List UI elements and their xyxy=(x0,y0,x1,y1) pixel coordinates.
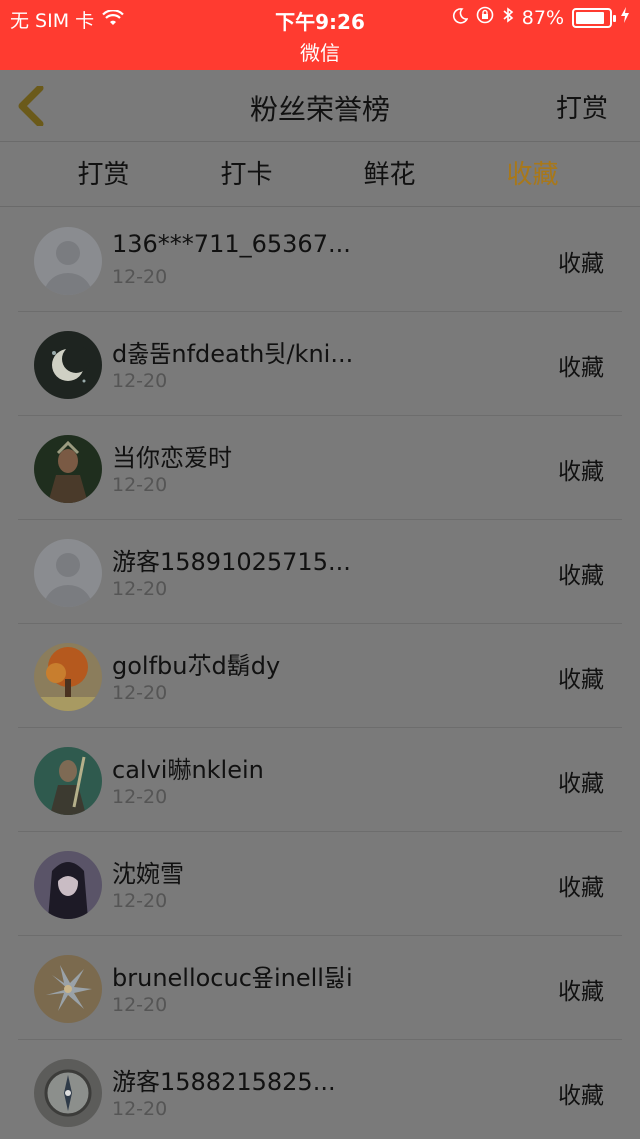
battery-icon xyxy=(572,7,616,28)
flower-avatar xyxy=(34,955,102,1023)
default-avatar-icon xyxy=(34,227,102,295)
action-label: 收藏 xyxy=(558,1083,604,1109)
list-item[interactable]: brunellocuc욮inell딇i 12-20 收藏 xyxy=(18,936,622,1040)
list-item[interactable]: 游客15891025715... 12-20 收藏 xyxy=(18,520,622,624)
fan-name: 136***711_65367... xyxy=(112,230,351,258)
fan-date: 12-20 xyxy=(112,474,168,496)
charging-icon xyxy=(620,6,630,29)
fan-name: d춣뚬nfdeath딋/kni... xyxy=(112,340,354,368)
anime-girl-avatar xyxy=(34,851,102,919)
status-bar: 无 SIM 卡 下午9:26 微信 87% xyxy=(0,0,640,70)
fan-date: 12-20 xyxy=(112,890,168,912)
orientation-lock-icon xyxy=(476,6,494,29)
action-label: 收藏 xyxy=(558,355,604,381)
fan-list: 136***711_65367... 12-20 收藏 d춣뚬nfdeath딋/… xyxy=(0,208,640,1139)
action-label: 收藏 xyxy=(558,563,604,589)
fan-name: 沈婉雪 xyxy=(112,860,184,888)
tab-flowers[interactable]: 鲜花 xyxy=(318,143,461,206)
fan-name: golfbu䒕d鬍dy xyxy=(112,652,281,680)
action-label: 收藏 xyxy=(558,875,604,901)
screen: 无 SIM 卡 下午9:26 微信 87% 粉丝荣誉榜 打赏 打赏 打卡 鲜花 … xyxy=(0,0,640,1139)
battery-percent: 87% xyxy=(521,6,564,29)
action-label: 收藏 xyxy=(558,771,604,797)
list-item[interactable]: d춣뚬nfdeath딋/kni... 12-20 收藏 xyxy=(18,312,622,416)
warrior-avatar xyxy=(34,435,102,503)
list-item[interactable]: calvi㬨nklein 12-20 收藏 xyxy=(18,728,622,832)
fan-date: 12-20 xyxy=(112,786,168,808)
moon-avatar xyxy=(34,331,102,399)
fan-name: calvi㬨nklein xyxy=(112,756,264,784)
status-right: 87% xyxy=(452,6,630,29)
back-to-wechat-link[interactable]: 微信 xyxy=(0,37,640,66)
tab-favorites[interactable]: 收藏 xyxy=(461,143,604,206)
knight-avatar xyxy=(34,747,102,815)
fan-date: 12-20 xyxy=(112,578,168,600)
fan-name: 游客15891025715... xyxy=(112,548,351,576)
list-item[interactable]: 游客1588215825... 12-20 收藏 xyxy=(18,1040,622,1139)
fan-name: 当你恋爱时 xyxy=(112,444,232,472)
autumn-tree-avatar xyxy=(34,643,102,711)
action-label: 收藏 xyxy=(558,459,604,485)
list-item[interactable]: 沈婉雪 12-20 收藏 xyxy=(18,832,622,936)
compass-avatar xyxy=(34,1059,102,1127)
moon-icon xyxy=(452,7,469,29)
nav-bar: 粉丝荣誉榜 打赏 xyxy=(0,70,640,142)
tab-bar: 打赏 打卡 鲜花 收藏 xyxy=(0,143,640,207)
list-item[interactable]: 136***711_65367... 12-20 收藏 xyxy=(18,208,622,312)
reward-button[interactable]: 打赏 xyxy=(556,88,608,125)
fan-name: 游客1588215825... xyxy=(112,1068,336,1096)
list-item[interactable]: golfbu䒕d鬍dy 12-20 收藏 xyxy=(18,624,622,728)
fan-date: 12-20 xyxy=(112,266,168,288)
tab-reward[interactable]: 打赏 xyxy=(32,143,175,206)
action-label: 收藏 xyxy=(558,667,604,693)
action-label: 收藏 xyxy=(558,979,604,1005)
fan-name: brunellocuc욮inell딇i xyxy=(112,964,353,992)
bluetooth-icon xyxy=(502,6,514,29)
tab-checkin[interactable]: 打卡 xyxy=(175,143,318,206)
fan-date: 12-20 xyxy=(112,682,168,704)
default-avatar-icon xyxy=(34,539,102,607)
fan-date: 12-20 xyxy=(112,370,168,392)
fan-date: 12-20 xyxy=(112,994,168,1016)
fan-date: 12-20 xyxy=(112,1098,168,1120)
page-title: 粉丝荣誉榜 xyxy=(249,93,390,126)
list-item[interactable]: 当你恋爱时 12-20 收藏 xyxy=(18,416,622,520)
action-label: 收藏 xyxy=(558,251,604,277)
